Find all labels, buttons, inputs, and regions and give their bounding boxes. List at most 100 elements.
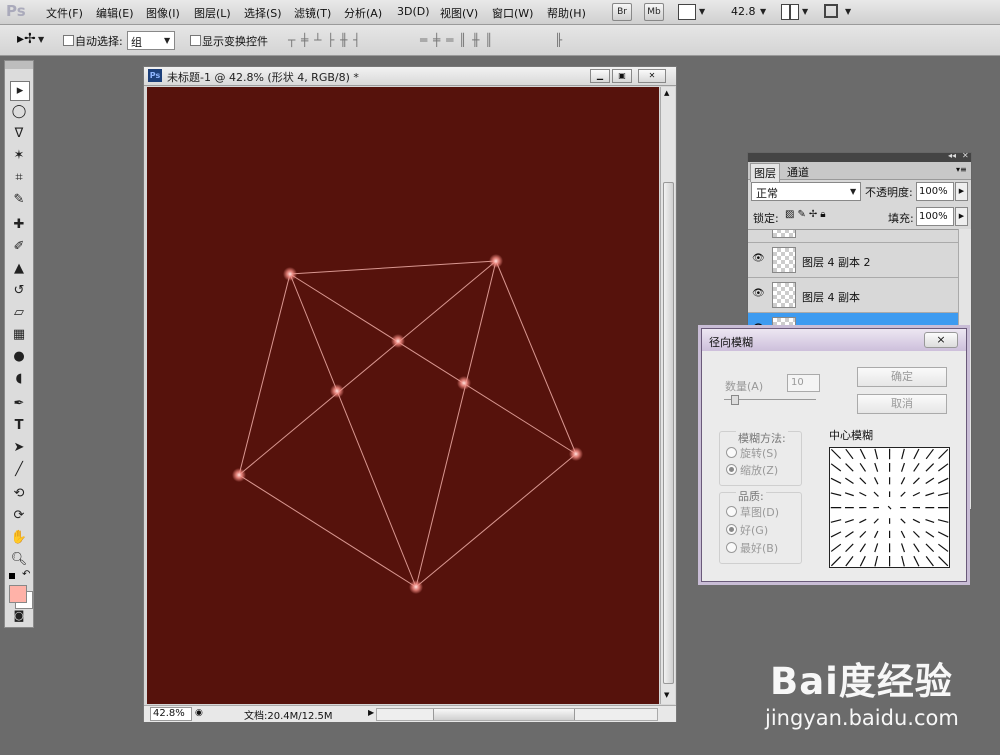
distribute-icons[interactable]: ═ ╪ ═ ║ ╫ ║ [420, 33, 493, 47]
close-icon[interactable]: ✕ [962, 151, 969, 160]
arrange-documents-icon[interactable] [781, 4, 799, 20]
magic-wand-icon[interactable]: ✶ [10, 147, 28, 165]
lasso-tool-icon[interactable]: ᐁ [10, 125, 28, 143]
eye-icon[interactable]: 👁︎ [752, 254, 766, 264]
layers-panel-header[interactable]: ◂◂ ✕ [748, 151, 971, 162]
status-info-icon[interactable]: ◉ [195, 708, 203, 718]
history-brush-icon[interactable]: ↺ [10, 282, 28, 300]
vertical-scrollbar[interactable]: ▲ ▼ [660, 87, 675, 704]
opacity-slider-icon[interactable]: ▶ [955, 182, 968, 201]
crop-tool-icon[interactable]: ⌗ [10, 169, 28, 187]
scroll-down-icon[interactable]: ▼ [664, 691, 669, 699]
eye-icon[interactable]: 👁︎ [752, 289, 766, 299]
menu-help[interactable]: 帮助(H) [547, 5, 586, 21]
tools-panel-header[interactable] [5, 61, 33, 69]
cancel-button[interactable]: 取消 [857, 394, 947, 414]
path-select-icon[interactable]: ➤ [10, 439, 28, 457]
pen-tool-icon[interactable]: ✒ [10, 395, 28, 413]
brush-tool-icon[interactable]: ✐ [10, 238, 28, 256]
3d-orbit-icon[interactable]: ⟳ [10, 507, 28, 525]
opacity-input[interactable]: 100% [916, 182, 954, 201]
chevron-down-icon[interactable]: ▼ [699, 7, 705, 16]
chevron-down-icon[interactable]: ▼ [845, 7, 851, 16]
tab-channels[interactable]: 通道 [784, 164, 812, 180]
canvas[interactable] [147, 87, 659, 704]
restore-button[interactable]: ▣ [612, 69, 632, 83]
scroll-up-icon[interactable]: ▲ [664, 89, 669, 97]
menu-layer[interactable]: 图层(L) [194, 5, 231, 21]
default-colors-icon[interactable] [9, 573, 15, 579]
layer-row[interactable]: 👁︎ 图层 4 副本 [748, 278, 958, 313]
auto-select-dropdown[interactable]: 组 ▼ [127, 31, 175, 50]
menu-analysis[interactable]: 分析(A) [344, 5, 382, 21]
minimize-button[interactable]: ▁ [590, 69, 610, 83]
type-tool-icon[interactable]: T [10, 417, 28, 435]
horizontal-scrollbar[interactable] [376, 708, 658, 721]
amount-slider-thumb[interactable] [731, 395, 739, 405]
chevron-down-icon[interactable]: ▼ [802, 7, 808, 16]
layer-row[interactable]: 👁︎ 图层 4 副本 2 [748, 243, 958, 278]
move-tool-icon[interactable]: ▸✢ [17, 31, 36, 47]
amount-input[interactable]: 10 [787, 374, 820, 392]
quality-best-radio[interactable] [726, 542, 737, 553]
stamp-tool-icon[interactable]: ▲ [10, 260, 28, 278]
menu-image[interactable]: 图像(I) [146, 5, 180, 21]
fill-slider-icon[interactable]: ▶ [955, 207, 968, 226]
menu-select[interactable]: 选择(S) [244, 5, 282, 21]
lock-icons[interactable]: ▨✎✢🔒︎ [785, 209, 829, 220]
eraser-tool-icon[interactable]: ▱ [10, 304, 28, 322]
align-icons[interactable]: ┬ ╪ ┴ ├ ╫ ┤ [288, 33, 361, 47]
healing-brush-icon[interactable]: ✚ [10, 216, 28, 234]
document-titlebar[interactable]: Ps 未标题-1 @ 42.8% (形状 4, RGB/8) * ▁ ▣ ✕ [144, 67, 676, 86]
auto-align-icon[interactable]: ╟ [555, 33, 563, 47]
menu-filter[interactable]: 滤镜(T) [294, 5, 331, 21]
marquee-tool-icon[interactable]: ◯ [10, 103, 28, 121]
blur-streak [830, 477, 842, 484]
menu-3d[interactable]: 3D(D) [397, 5, 430, 18]
mini-bridge-button[interactable]: Mb [644, 3, 664, 21]
gradient-tool-icon[interactable]: ▦ [10, 326, 28, 344]
dialog-close-button[interactable]: × [924, 332, 958, 348]
blend-mode-dropdown[interactable]: 正常 ▼ [751, 182, 861, 201]
auto-select-checkbox[interactable] [63, 35, 74, 46]
close-button[interactable]: ✕ [638, 69, 666, 83]
zoom-level[interactable]: 42.8 [731, 5, 756, 18]
swap-colors-icon[interactable]: ↶ [22, 569, 30, 580]
eyedropper-icon[interactable]: ✎ [10, 191, 28, 209]
screen-mode-icon[interactable] [824, 4, 838, 18]
dialog-titlebar[interactable]: 径向模糊 × [702, 329, 966, 351]
fill-input[interactable]: 100% [916, 207, 954, 226]
status-zoom[interactable]: 42.8% [150, 707, 192, 721]
3d-rotate-icon[interactable]: ⟲ [10, 485, 28, 503]
quick-mask-icon[interactable]: ◙ [10, 607, 28, 625]
panel-menu-icon[interactable]: ▾≡ [956, 165, 967, 174]
method-spin-radio[interactable] [726, 447, 737, 458]
blur-center-preview[interactable] [829, 447, 950, 568]
quality-draft-radio[interactable] [726, 506, 737, 517]
dodge-tool-icon[interactable]: ◖ [10, 370, 28, 388]
menu-window[interactable]: 窗口(W) [492, 5, 533, 21]
zoom-tool-icon[interactable]: 🔍︎ [10, 551, 28, 569]
tab-layers[interactable]: 图层 [750, 163, 780, 182]
status-menu-icon[interactable]: ▶ [368, 708, 374, 717]
foreground-color-swatch[interactable] [9, 585, 27, 603]
chevron-down-icon[interactable]: ▼ [38, 35, 44, 44]
method-zoom-radio[interactable] [726, 464, 737, 475]
bridge-button[interactable]: Br [612, 3, 632, 21]
ok-button[interactable]: 确定 [857, 367, 947, 387]
horizontal-scroll-thumb[interactable] [433, 709, 575, 720]
move-tool-icon[interactable]: ▸ [10, 81, 30, 101]
show-transform-checkbox[interactable] [190, 35, 201, 46]
menu-file[interactable]: 文件(F) [46, 5, 83, 21]
layer-row[interactable] [748, 230, 958, 243]
quality-good-radio[interactable] [726, 524, 737, 535]
hand-tool-icon[interactable]: ✋ [10, 529, 28, 547]
chevron-down-icon[interactable]: ▼ [760, 7, 766, 16]
collapse-icon[interactable]: ◂◂ [948, 151, 956, 160]
vertical-scroll-thumb[interactable] [663, 182, 674, 684]
blur-tool-icon[interactable]: ● [10, 348, 28, 366]
view-extras-icon[interactable] [678, 4, 696, 20]
menu-edit[interactable]: 编辑(E) [96, 5, 134, 21]
menu-view[interactable]: 视图(V) [440, 5, 478, 21]
line-tool-icon[interactable]: ╱ [10, 461, 28, 479]
